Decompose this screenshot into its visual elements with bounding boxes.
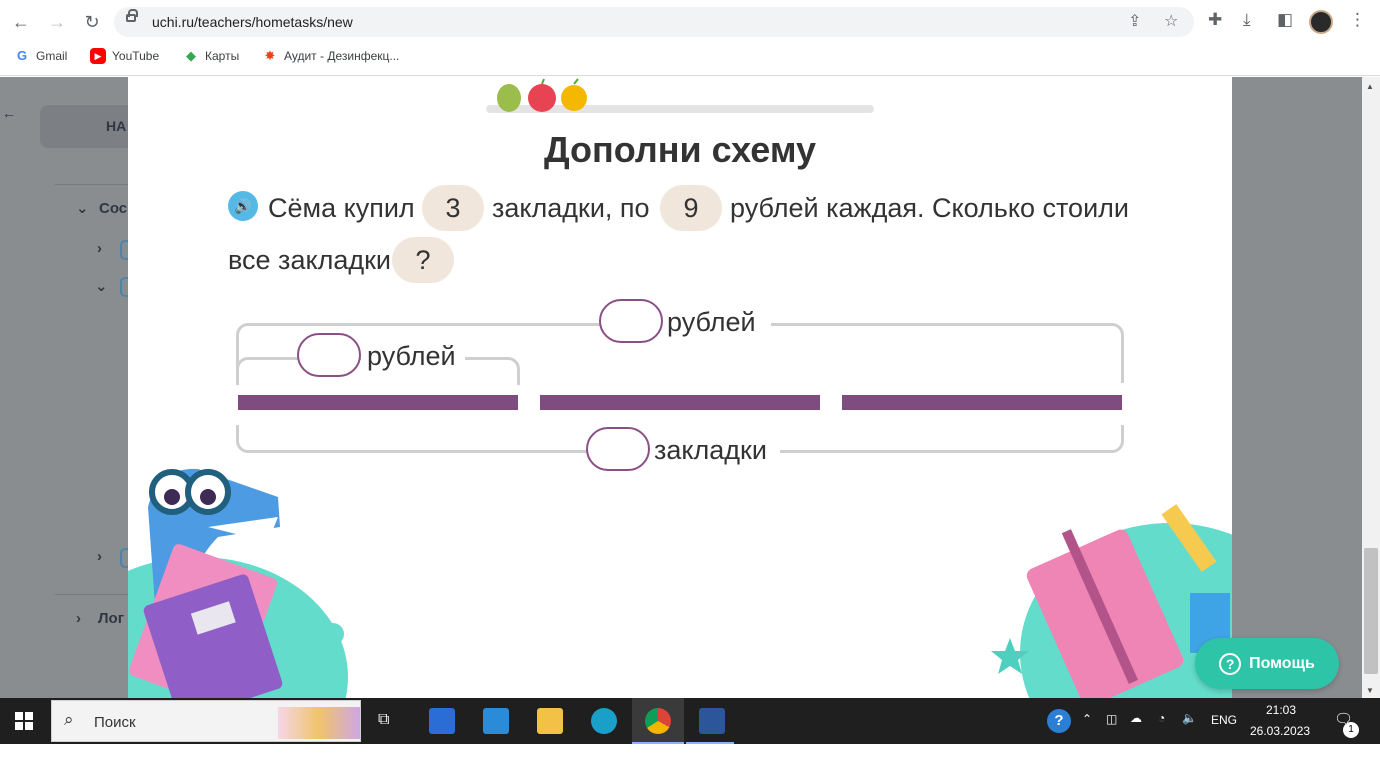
back-label: НА (106, 118, 127, 134)
youtube-icon: ▶ (90, 48, 106, 64)
explorer-icon[interactable] (537, 708, 563, 734)
language-indicator[interactable]: ENG (1211, 713, 1237, 727)
meet-icon[interactable]: ◫ (1106, 712, 1117, 726)
onedrive-icon[interactable]: ☁ (1130, 711, 1142, 725)
chevron-right-icon[interactable]: › (97, 240, 102, 257)
maps-icon: ◆ (186, 48, 196, 63)
chrome-icon[interactable] (645, 708, 671, 734)
back-button[interactable]: ← НА (2, 105, 140, 148)
share-icon[interactable]: ⇪ (1128, 11, 1141, 31)
help-question-icon: ? (1219, 652, 1242, 675)
chevron-right-icon[interactable]: › (76, 610, 81, 627)
task-text: Сёма купил (268, 193, 415, 223)
divider (55, 184, 135, 185)
task-text: все закладки (228, 245, 391, 275)
mascot-illustration (128, 468, 348, 698)
chevron-down-icon[interactable]: ⌄ (76, 199, 89, 217)
audit-icon: ✸ (264, 48, 276, 63)
answer-slot-count[interactable] (586, 427, 650, 471)
search-icon: ⌕ (64, 710, 74, 729)
browser-chrome: ← → ↻ uchi.ru/teachers/hometasks/new ⇪ ☆… (0, 0, 1380, 76)
speaker-icon[interactable]: 🔊 (228, 191, 258, 221)
lock-icon (126, 9, 138, 22)
mail-icon[interactable] (483, 708, 509, 734)
scroll-up-icon[interactable]: ▲ (1366, 82, 1374, 91)
value-pill: ? (392, 237, 454, 283)
task-view-icon[interactable]: ⧉ (378, 711, 389, 729)
url-text: uchi.ru/teachers/hometasks/new (152, 14, 353, 30)
answer-slot-total[interactable] (599, 299, 663, 343)
sidebar-item-label: Сос (99, 200, 128, 217)
bookmark-gmail[interactable]: G Gmail (14, 48, 67, 64)
bookmark-label: YouTube (112, 49, 160, 63)
value-pill: 9 (660, 185, 722, 231)
word-icon[interactable] (699, 708, 725, 734)
avatar[interactable] (1309, 10, 1333, 34)
chevron-right-icon[interactable]: › (97, 548, 102, 565)
bookmark-label: Gmail (36, 49, 68, 63)
notification-count: 1 (1343, 722, 1359, 738)
help-app-icon[interactable]: ? (1047, 709, 1071, 733)
tray-chevron-icon[interactable]: ⌃ (1082, 712, 1092, 726)
segment-bar (842, 395, 1122, 410)
store-icon[interactable] (429, 708, 455, 734)
scroll-down-icon[interactable]: ▼ (1366, 686, 1374, 695)
menu-icon[interactable]: ⋮ (1349, 10, 1366, 30)
segment-bar (238, 395, 518, 410)
chevron-down-icon[interactable]: ⌄ (95, 277, 108, 295)
bookmark-label: Карты (205, 49, 240, 63)
reload-icon[interactable]: ↻ (79, 9, 105, 35)
scheme-label: рублей (661, 307, 771, 338)
clock-date[interactable]: 26.03.2023 (1250, 724, 1310, 738)
taskbar-search[interactable]: ⌕ Поиск (51, 700, 361, 742)
download-icon[interactable]: ⤓ (1243, 10, 1251, 30)
wifi-icon[interactable]: ◔ (1158, 711, 1165, 725)
task-text: рублей каждая. Сколько стоили (730, 193, 1129, 223)
extensions-icon[interactable]: ✚ (1208, 10, 1222, 30)
back-arrow-icon[interactable]: ← (8, 9, 34, 35)
gmail-icon: G (16, 48, 28, 63)
bottom-margin (0, 744, 1380, 776)
answer-slot-part[interactable] (297, 333, 361, 377)
arrow-left-icon: ← (2, 105, 16, 121)
scrollbar-thumb[interactable] (1364, 548, 1378, 674)
help-label: Помощь (1249, 654, 1315, 672)
scheme-label: рублей (361, 341, 465, 372)
windows-start-icon[interactable] (15, 712, 33, 730)
forward-arrow-icon[interactable]: → (44, 9, 70, 35)
divider (55, 594, 135, 595)
bookmark-label: Аудит - Дезинфекц... (284, 49, 400, 63)
segment-bar (540, 395, 820, 410)
volume-icon[interactable]: 🔈 (1182, 711, 1197, 725)
bookmark-star-icon[interactable]: ☆ (1164, 11, 1178, 31)
task-modal: Дополни схему 🔊 Сёма купил 3 закладки, п… (128, 77, 1232, 698)
search-label: Поиск (94, 714, 136, 731)
sidebar-item-label: Лог (98, 610, 124, 627)
value-pill: 3 (422, 185, 484, 231)
bookmarks-bar: G Gmail ▶ YouTube ◆ Карты ✸ Аудит - Дези… (0, 44, 1380, 70)
sidepanel-icon[interactable]: ◧ (1277, 10, 1293, 30)
address-bar[interactable]: uchi.ru/teachers/hometasks/new ⇪ ☆ (114, 7, 1194, 37)
help-button[interactable]: ? Помощь (1195, 638, 1339, 689)
task-text: закладки, по (492, 193, 650, 223)
edge-icon[interactable] (591, 708, 617, 734)
scheme-label: закладки (648, 435, 780, 466)
bookmark-audit[interactable]: ✸ Аудит - Дезинфекц... (262, 48, 400, 64)
windows-taskbar: ⌕ Поиск ⧉ ? ⌃ ◫ ☁ ◔ 🔈 ENG 21:03 26.03.20… (0, 698, 1380, 744)
task-title: Дополни схему (543, 129, 817, 170)
search-highlight-image (278, 707, 360, 739)
clock-time[interactable]: 21:03 (1266, 703, 1296, 717)
bookmark-youtube[interactable]: ▶ YouTube (90, 48, 159, 64)
bookmark-maps[interactable]: ◆ Карты (183, 48, 239, 64)
fruits-icon (497, 78, 587, 112)
